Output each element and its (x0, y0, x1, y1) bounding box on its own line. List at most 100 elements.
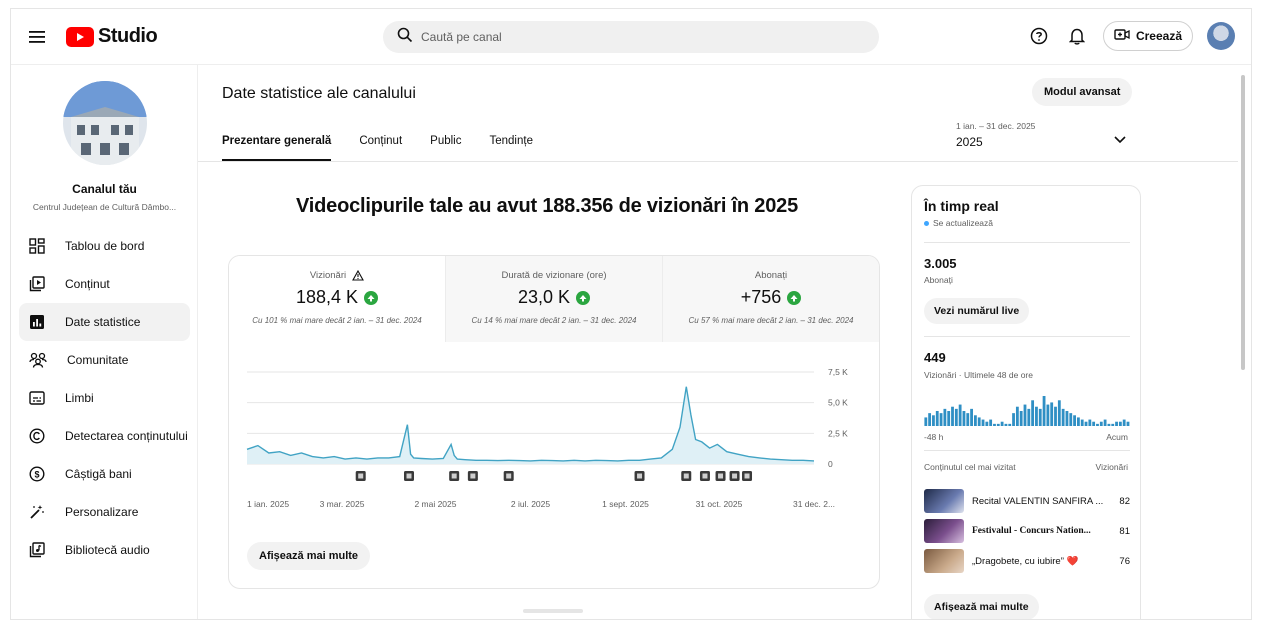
arrow-up-icon (787, 290, 802, 305)
sidebar-item-label: Bibliotecă audio (65, 543, 150, 557)
top-right-actions: Creează (1027, 21, 1235, 51)
page-scrollbar[interactable] (1239, 65, 1247, 370)
monetization-icon: $ (29, 466, 45, 482)
tab-overview[interactable]: Prezentare generală (222, 129, 332, 161)
notifications-bell-icon[interactable] (1065, 24, 1089, 48)
video-views: 76 (1119, 555, 1130, 567)
sidebar-item-languages[interactable]: Limbi (19, 379, 190, 417)
realtime-bar (1118, 421, 1122, 426)
video-views: 81 (1119, 525, 1130, 537)
realtime-show-more-button[interactable]: Afișează mai multe (924, 594, 1039, 619)
realtime-bar-chart[interactable] (924, 392, 1130, 428)
metric-value: 23,0 K (517, 287, 571, 307)
realtime-bar (993, 423, 996, 426)
metric-value: +756 (740, 287, 782, 307)
studio-logo[interactable]: Studio (66, 25, 158, 48)
metric-subscribers[interactable]: Abonați +756 Cu 57 % mai mare decât 2 ia… (663, 256, 879, 342)
realtime-bar (924, 417, 928, 426)
top-bar: Studio Creează (11, 9, 1251, 65)
svg-text:$: $ (34, 470, 39, 480)
realtime-card: În timp real Se actualizează 3.005 Abona… (911, 185, 1141, 619)
x-tick-label: 1 ian. 2025 (247, 499, 289, 509)
realtime-status: Se actualizează (924, 218, 993, 228)
realtime-subs-label: Abonați (924, 275, 953, 285)
sidebar-item-content-detection[interactable]: Detectarea conținutului (19, 417, 190, 455)
metric-compare: Cu 101 % mai mare decât 2 ian. – 31 dec.… (252, 316, 422, 325)
list-item[interactable]: „Dragobete, cu iubire” ❤️ 76 (924, 546, 1130, 576)
realtime-bar (1076, 417, 1080, 426)
sidebar-item-community[interactable]: Comunitate (19, 341, 190, 379)
video-publish-marker-thumb (744, 473, 750, 479)
realtime-bar (1096, 423, 1099, 426)
metric-views[interactable]: Vizionări 188,4 K Cu 101 % mai mare decâ… (229, 256, 446, 342)
content-icon (29, 276, 45, 292)
sidebar-item-earn[interactable]: $ Câștigă bani (19, 455, 190, 493)
tabs: Prezentare generală Conținut Public Tend… (222, 129, 533, 161)
video-publish-marker-thumb (451, 473, 457, 479)
video-thumbnail (924, 549, 964, 573)
metric-label: Durată de vizionare (ore) (501, 270, 607, 281)
realtime-bar (943, 408, 947, 426)
menu-icon[interactable] (25, 25, 49, 49)
tab-content[interactable]: Conținut (359, 129, 402, 161)
advanced-mode-button[interactable]: Modul avansat (1032, 78, 1133, 106)
metric-watch-time[interactable]: Durată de vizionare (ore) 23,0 K Cu 14 %… (446, 256, 663, 342)
show-more-button[interactable]: Afișează mai multe (247, 542, 371, 570)
realtime-bar (1092, 421, 1096, 426)
create-button[interactable]: Creează (1102, 21, 1193, 51)
realtime-bar (932, 415, 935, 426)
date-range-selector[interactable]: 1 ian. – 31 dec. 2025 2025 (956, 121, 1126, 157)
search-bar[interactable] (383, 21, 879, 53)
divider (924, 450, 1130, 451)
video-publish-marker-thumb (358, 473, 364, 479)
x-tick-label: 31 oct. 2025 (696, 499, 743, 509)
sidebar-item-audio-library[interactable]: Bibliotecă audio (19, 531, 190, 569)
channel-avatar[interactable] (63, 81, 147, 165)
list-item[interactable]: Recital VALENTIN SANFIRA ... 82 (924, 486, 1130, 516)
sidebar-item-dashboard[interactable]: Tablou de bord (19, 227, 190, 265)
realtime-bar (1038, 408, 1042, 426)
help-icon[interactable] (1027, 24, 1051, 48)
sidebar-item-analytics[interactable]: Date statistice (19, 303, 190, 341)
realtime-bar (1073, 415, 1076, 426)
chevron-down-icon (1114, 131, 1126, 149)
tab-trends[interactable]: Tendințe (489, 129, 532, 161)
realtime-bar (989, 419, 993, 426)
views-line-chart[interactable]: 7,5 K 5,0 K 2,5 K 0 1 ian. 2025 3 mar. 2025 2 … (229, 342, 880, 542)
main-content: Date statistice ale canalului Modul avan… (198, 65, 1238, 619)
realtime-bar (1065, 411, 1069, 426)
scrollbar-thumb[interactable] (1241, 75, 1245, 370)
realtime-bar (935, 411, 939, 426)
divider (924, 336, 1130, 337)
account-avatar[interactable] (1207, 22, 1235, 50)
sidebar-item-label: Personalizare (65, 505, 139, 519)
list-item[interactable]: Festivalul - Concurs Nation... 81 (924, 516, 1130, 546)
live-dot-icon (924, 220, 929, 226)
video-title: „Dragobete, cu iubire” ❤️ (972, 555, 1079, 567)
tab-audience[interactable]: Public (430, 129, 461, 161)
realtime-bar (985, 421, 989, 426)
realtime-bar (1019, 411, 1023, 426)
realtime-bar (1035, 406, 1038, 426)
search-icon (397, 27, 413, 48)
community-icon (29, 352, 47, 368)
summary-headline: Videoclipurile tale au avut 188.356 de v… (296, 195, 798, 217)
see-live-count-button[interactable]: Vezi numărul live (924, 298, 1030, 324)
audio-library-icon (29, 542, 45, 558)
realtime-bar (981, 419, 985, 426)
realtime-bar (1084, 421, 1088, 426)
sidebar-item-content[interactable]: Conținut (19, 265, 190, 303)
realtime-bar (962, 411, 966, 426)
x-tick-label: 2 iul. 2025 (511, 499, 550, 509)
realtime-bar (1042, 396, 1046, 426)
search-input[interactable] (421, 30, 841, 44)
sidebar-item-customization[interactable]: Personalizare (19, 493, 190, 531)
logo-text: Studio (98, 25, 158, 47)
metric-compare: Cu 57 % mai mare decât 2 ian. – 31 dec. … (688, 316, 854, 325)
realtime-bar (947, 411, 951, 426)
realtime-bar (928, 413, 932, 426)
video-publish-marker-thumb (683, 473, 689, 479)
realtime-bar (1023, 404, 1027, 426)
copyright-icon (29, 428, 45, 444)
analytics-icon (30, 315, 44, 329)
